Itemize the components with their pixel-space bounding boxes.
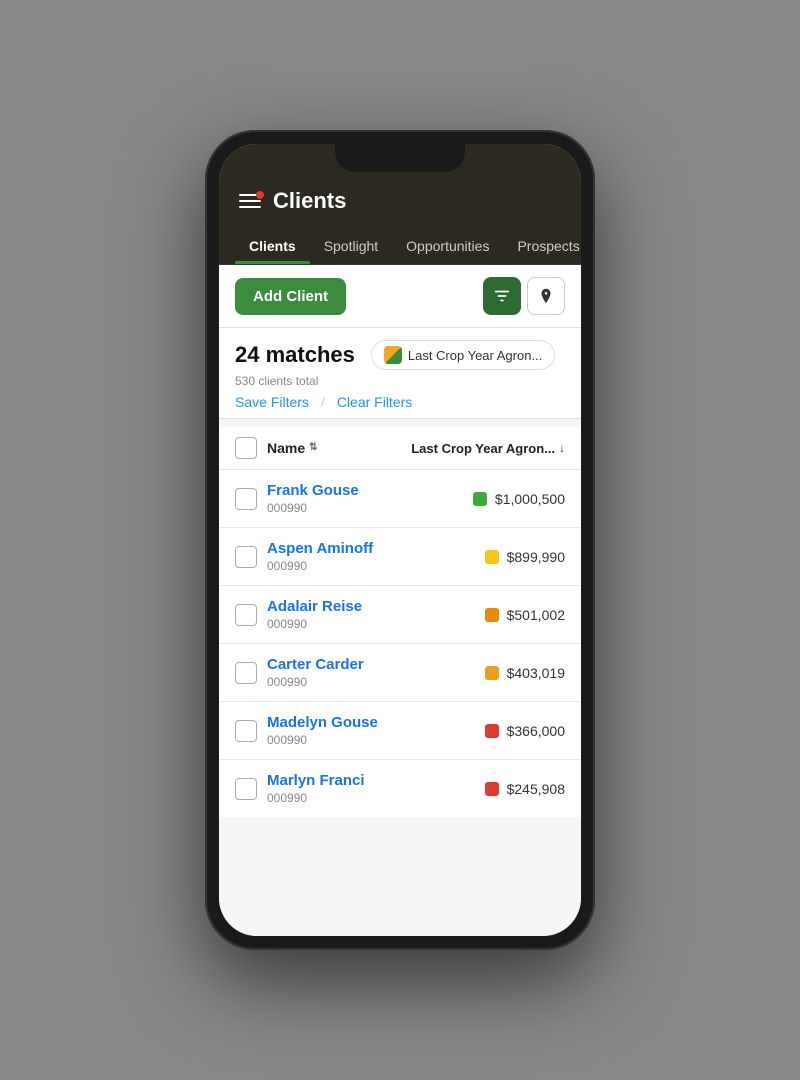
clients-total: 530 clients total: [235, 374, 565, 388]
filter-links: Save Filters / Clear Filters: [235, 394, 565, 410]
tab-spotlight[interactable]: Spotlight: [310, 228, 392, 264]
row-value-col-0: $1,000,500: [410, 491, 565, 507]
toolbar: Add Client: [219, 265, 581, 328]
notification-dot: [256, 191, 264, 199]
row-checkbox-5[interactable]: [235, 778, 257, 800]
col-value-header: Last Crop Year Agron... ↓: [410, 441, 565, 456]
client-id-3: 000990: [267, 675, 400, 689]
status-dot-1: [485, 550, 499, 564]
row-value-col-2: $501,002: [410, 607, 565, 623]
save-filters-link[interactable]: Save Filters: [235, 394, 309, 410]
row-name-col-1: Aspen Aminoff 000990: [267, 540, 400, 573]
col-name-header: Name ⇅: [267, 440, 400, 456]
table-row: Madelyn Gouse 000990 $366,000: [219, 702, 581, 760]
matches-count: 24 matches: [235, 342, 355, 368]
table-row: Frank Gouse 000990 $1,000,500: [219, 470, 581, 528]
row-name-col-3: Carter Carder 000990: [267, 656, 400, 689]
filter-badge[interactable]: Last Crop Year Agron...: [371, 340, 555, 370]
row-checkbox-4[interactable]: [235, 720, 257, 742]
client-name-4[interactable]: Madelyn Gouse: [267, 714, 400, 731]
clear-filters-link[interactable]: Clear Filters: [337, 394, 412, 410]
tab-clients[interactable]: Clients: [235, 228, 310, 264]
status-dot-5: [485, 782, 499, 796]
row-amount-0: $1,000,500: [495, 491, 565, 507]
row-value-col-5: $245,908: [410, 781, 565, 797]
client-id-4: 000990: [267, 733, 400, 747]
row-value-col-1: $899,990: [410, 549, 565, 565]
client-id-5: 000990: [267, 791, 400, 805]
status-dot-2: [485, 608, 499, 622]
client-name-0[interactable]: Frank Gouse: [267, 482, 400, 499]
table-row: Adalair Reise 000990 $501,002: [219, 586, 581, 644]
row-amount-1: $899,990: [507, 549, 565, 565]
table-row: Carter Carder 000990 $403,019: [219, 644, 581, 702]
add-client-button[interactable]: Add Client: [235, 278, 346, 315]
phone-frame: Clients Clients Spotlight Opportunities …: [205, 130, 595, 950]
table-row: Marlyn Franci 000990 $245,908: [219, 760, 581, 817]
menu-icon[interactable]: [239, 194, 261, 208]
value-sort-icon[interactable]: ↓: [559, 441, 565, 455]
filter-badge-icon: [384, 346, 402, 364]
filter-badge-label: Last Crop Year Agron...: [408, 348, 542, 363]
client-table: Name ⇅ Last Crop Year Agron... ↓ Frank G…: [219, 427, 581, 817]
row-value-col-3: $403,019: [410, 665, 565, 681]
matches-section: 24 matches Last Crop Year Agron... 530 c…: [219, 328, 581, 419]
row-name-col-2: Adalair Reise 000990: [267, 598, 400, 631]
tab-opportunities[interactable]: Opportunities: [392, 228, 503, 264]
row-checkbox-2[interactable]: [235, 604, 257, 626]
row-checkbox-3[interactable]: [235, 662, 257, 684]
row-amount-4: $366,000: [507, 723, 565, 739]
status-dot-3: [485, 666, 499, 680]
client-name-2[interactable]: Adalair Reise: [267, 598, 400, 615]
row-checkbox-0[interactable]: [235, 488, 257, 510]
row-name-col-0: Frank Gouse 000990: [267, 482, 400, 515]
select-all-checkbox[interactable]: [235, 437, 257, 459]
row-amount-2: $501,002: [507, 607, 565, 623]
client-name-5[interactable]: Marlyn Franci: [267, 772, 400, 789]
name-sort-icon[interactable]: ⇅: [309, 443, 317, 453]
status-dot-4: [485, 724, 499, 738]
filter-button[interactable]: [483, 277, 521, 315]
matches-row: 24 matches Last Crop Year Agron...: [235, 340, 565, 370]
nav-tabs: Clients Spotlight Opportunities Prospect…: [219, 228, 581, 265]
page-title: Clients: [273, 188, 346, 214]
client-id-2: 000990: [267, 617, 400, 631]
row-amount-5: $245,908: [507, 781, 565, 797]
row-value-col-4: $366,000: [410, 723, 565, 739]
phone-screen: Clients Clients Spotlight Opportunities …: [219, 144, 581, 936]
notch: [335, 144, 465, 172]
status-dot-0: [473, 492, 487, 506]
client-id-0: 000990: [267, 501, 400, 515]
client-name-3[interactable]: Carter Carder: [267, 656, 400, 673]
row-amount-3: $403,019: [507, 665, 565, 681]
row-checkbox-1[interactable]: [235, 546, 257, 568]
row-name-col-4: Madelyn Gouse 000990: [267, 714, 400, 747]
toolbar-icons: [483, 277, 565, 315]
client-id-1: 000990: [267, 559, 400, 573]
location-button[interactable]: [527, 277, 565, 315]
table-row: Aspen Aminoff 000990 $899,990: [219, 528, 581, 586]
content-area: Add Client 24 m: [219, 265, 581, 936]
table-header: Name ⇅ Last Crop Year Agron... ↓: [219, 427, 581, 470]
tab-prospects[interactable]: Prospects: [503, 228, 581, 264]
row-name-col-5: Marlyn Franci 000990: [267, 772, 400, 805]
client-name-1[interactable]: Aspen Aminoff: [267, 540, 400, 557]
